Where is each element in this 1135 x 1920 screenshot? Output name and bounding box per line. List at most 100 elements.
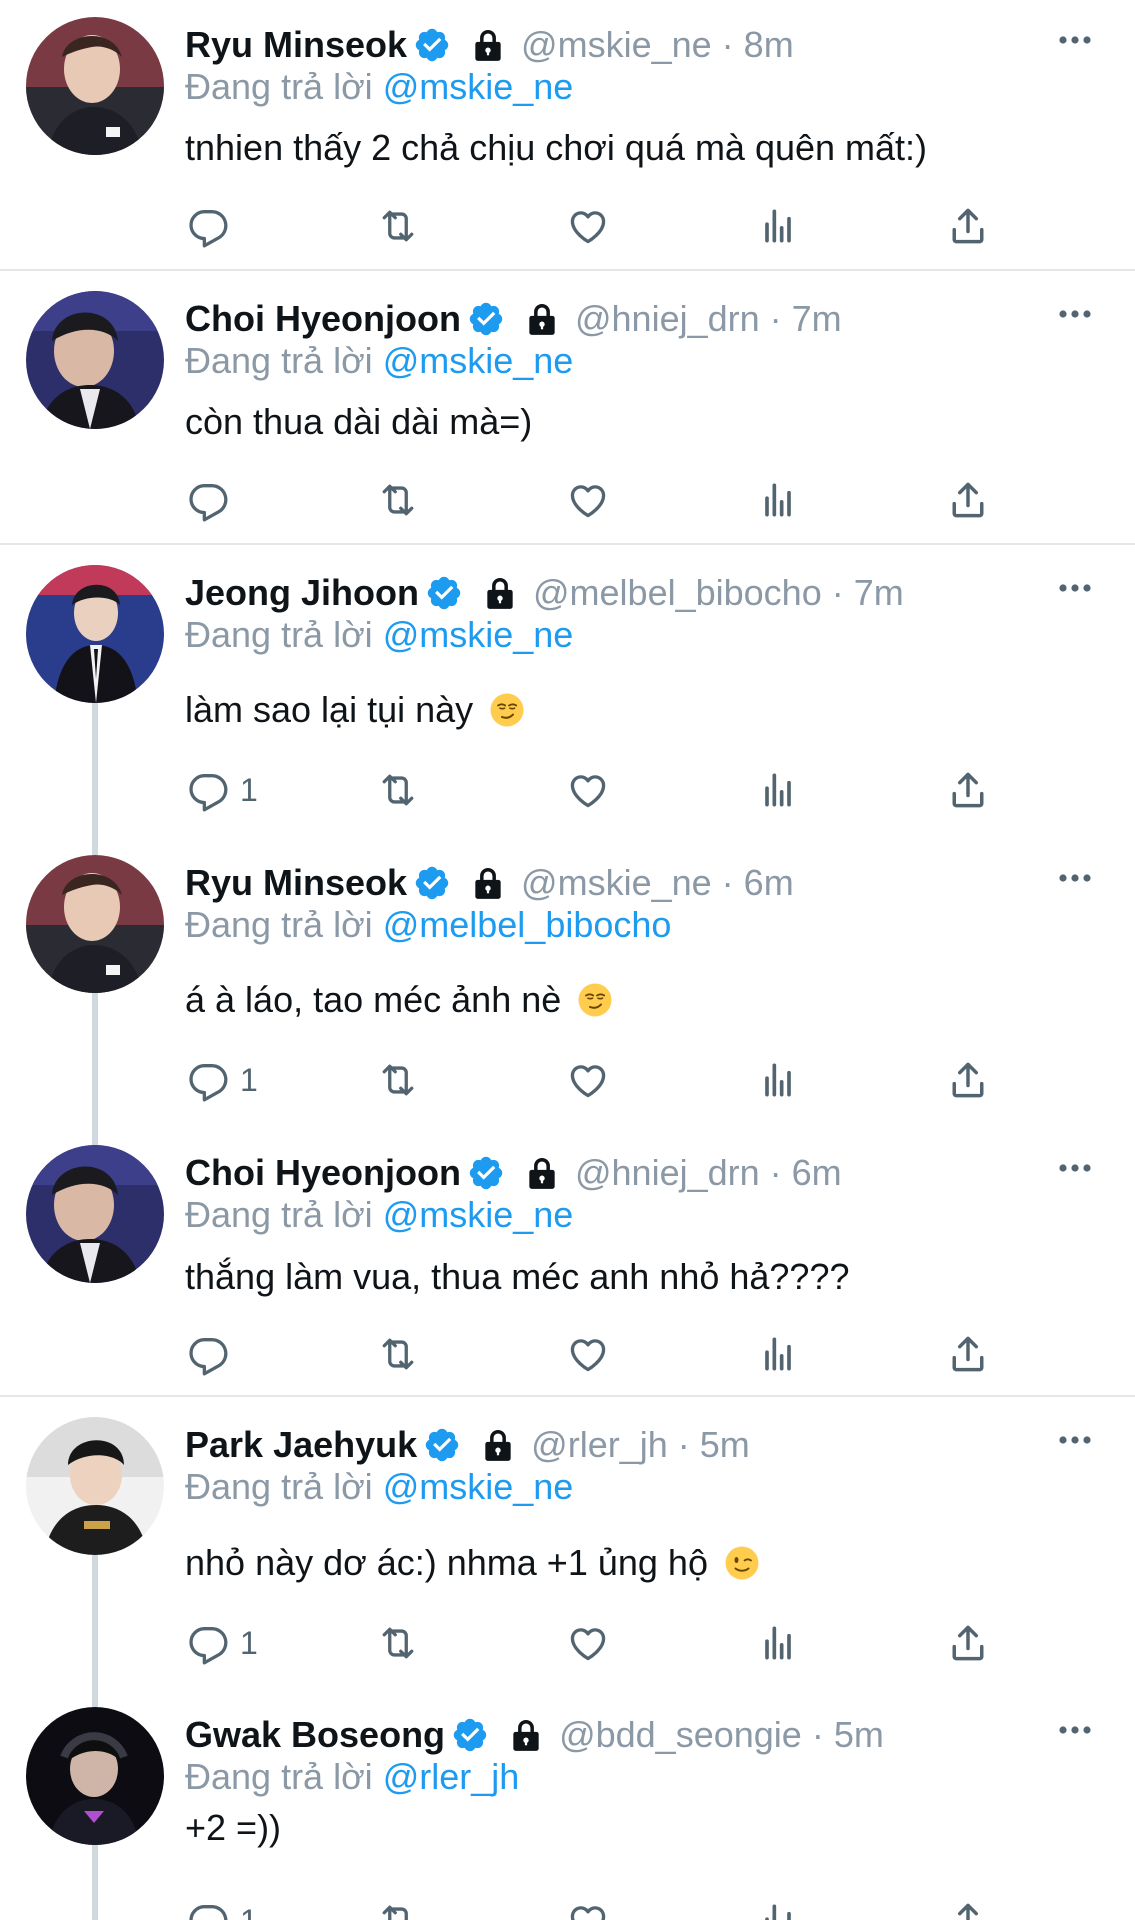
- analytics-button[interactable]: [756, 1329, 800, 1379]
- share-icon: [946, 1332, 990, 1376]
- more-options-icon[interactable]: [1055, 304, 1095, 324]
- reply-button[interactable]: 1: [186, 1896, 258, 1920]
- retweet-button[interactable]: [376, 765, 420, 815]
- analytics-button[interactable]: [756, 765, 800, 815]
- replying-to-label: Đang trả lời: [185, 340, 373, 381]
- tweet-item[interactable]: Choi Hyeonjoon @hniej_drn · 6m Đang trả …: [0, 1128, 1135, 1397]
- avatar[interactable]: [26, 1145, 164, 1283]
- tweet-text: nhỏ này dơ ác:) nhma +1 ủng hộ: [185, 1538, 760, 1588]
- avatar-image-ryu-minseok: [26, 855, 164, 993]
- display-name[interactable]: Choi Hyeonjoon: [185, 296, 461, 342]
- tweet-text-content: á à láo, tao méc ảnh nè: [185, 979, 562, 1020]
- analytics-button[interactable]: [756, 475, 800, 525]
- share-button[interactable]: [946, 1618, 990, 1668]
- tweet-item[interactable]: Ryu Minseok @mskie_ne · 6m Đang trả lời …: [0, 838, 1135, 1128]
- mention-link[interactable]: @mskie_ne: [383, 614, 574, 655]
- mention-link[interactable]: @melbel_bibocho: [383, 904, 672, 945]
- user-handle[interactable]: @melbel_bibocho: [533, 570, 822, 616]
- user-handle[interactable]: @hniej_drn: [575, 1150, 760, 1196]
- analytics-button[interactable]: [756, 201, 800, 251]
- tweet-item[interactable]: Jeong Jihoon @melbel_bibocho · 7m Đang t…: [0, 548, 1135, 838]
- mention-link[interactable]: @mskie_ne: [383, 1466, 574, 1507]
- user-handle[interactable]: @hniej_drn: [575, 296, 760, 342]
- display-name[interactable]: Ryu Minseok: [185, 860, 407, 906]
- retweet-button[interactable]: [376, 1618, 420, 1668]
- avatar[interactable]: [26, 17, 164, 155]
- bar-chart-icon: [756, 1899, 800, 1920]
- reply-button[interactable]: 1: [186, 1055, 258, 1105]
- action-bar: 1: [0, 1618, 1135, 1668]
- like-button[interactable]: [566, 1329, 610, 1379]
- retweet-button[interactable]: [376, 201, 420, 251]
- tweet-item[interactable]: Park Jaehyuk @rler_jh · 5m Đang trả lời …: [0, 1400, 1135, 1690]
- analytics-button[interactable]: [756, 1618, 800, 1668]
- reply-button[interactable]: [186, 1329, 240, 1379]
- tweet-text: tnhien thấy 2 chả chịu chơi quá mà quên …: [185, 123, 927, 173]
- user-handle[interactable]: @mskie_ne: [521, 860, 712, 906]
- like-button[interactable]: [566, 1055, 610, 1105]
- heart-icon: [566, 1332, 610, 1376]
- user-handle[interactable]: @mskie_ne: [521, 22, 712, 68]
- timestamp[interactable]: 6m: [744, 860, 794, 906]
- mention-link[interactable]: @rler_jh: [383, 1756, 520, 1797]
- display-name[interactable]: Jeong Jihoon: [185, 570, 419, 616]
- like-button[interactable]: [566, 1618, 610, 1668]
- timestamp[interactable]: 8m: [744, 22, 794, 68]
- retweet-button[interactable]: [376, 1329, 420, 1379]
- reply-button[interactable]: 1: [186, 1618, 258, 1668]
- more-options-icon[interactable]: [1055, 868, 1095, 888]
- timestamp[interactable]: 7m: [854, 570, 904, 616]
- more-options-icon[interactable]: [1055, 1430, 1095, 1450]
- tweet-item[interactable]: Ryu Minseok @mskie_ne · 8m Đang trả lời …: [0, 0, 1135, 271]
- bar-chart-icon: [756, 1332, 800, 1376]
- like-button[interactable]: [566, 1896, 610, 1920]
- timestamp[interactable]: 6m: [792, 1150, 842, 1196]
- avatar[interactable]: [26, 1417, 164, 1555]
- avatar[interactable]: [26, 855, 164, 993]
- share-button[interactable]: [946, 765, 990, 815]
- reply-button[interactable]: [186, 475, 240, 525]
- analytics-button[interactable]: [756, 1896, 800, 1920]
- share-button[interactable]: [946, 1055, 990, 1105]
- avatar[interactable]: [26, 291, 164, 429]
- share-button[interactable]: [946, 475, 990, 525]
- more-options-icon[interactable]: [1055, 1158, 1095, 1178]
- mention-link[interactable]: @mskie_ne: [383, 1194, 574, 1235]
- share-button[interactable]: [946, 1896, 990, 1920]
- like-button[interactable]: [566, 765, 610, 815]
- separator-dot: ·: [811, 1714, 824, 1755]
- avatar[interactable]: [26, 565, 164, 703]
- separator-dot: ·: [677, 1424, 690, 1465]
- timestamp[interactable]: 7m: [792, 296, 842, 342]
- reply-button[interactable]: 1: [186, 765, 258, 815]
- avatar[interactable]: [26, 1707, 164, 1845]
- like-button[interactable]: [566, 201, 610, 251]
- user-handle[interactable]: @bdd_seongie: [559, 1712, 802, 1758]
- display-name[interactable]: Ryu Minseok: [185, 22, 407, 68]
- more-options-icon[interactable]: [1055, 578, 1095, 598]
- display-name[interactable]: Gwak Boseong: [185, 1712, 445, 1758]
- reply-button[interactable]: [186, 201, 240, 251]
- retweet-button[interactable]: [376, 1896, 420, 1920]
- mention-link[interactable]: @mskie_ne: [383, 340, 574, 381]
- display-name[interactable]: Choi Hyeonjoon: [185, 1150, 461, 1196]
- display-name[interactable]: Park Jaehyuk: [185, 1422, 417, 1468]
- user-handle[interactable]: @rler_jh: [531, 1422, 668, 1468]
- retweet-button[interactable]: [376, 1055, 420, 1105]
- more-options-icon[interactable]: [1055, 30, 1095, 50]
- timestamp[interactable]: 5m: [834, 1712, 884, 1758]
- tweet-item[interactable]: Choi Hyeonjoon @hniej_drn · 7m Đang trả …: [0, 274, 1135, 545]
- share-button[interactable]: [946, 201, 990, 251]
- separator-dot: ·: [721, 862, 734, 903]
- lock-icon: [469, 864, 507, 902]
- tweet-item[interactable]: Gwak Boseong @bdd_seongie · 5m Đang trả …: [0, 1690, 1135, 1920]
- timestamp[interactable]: 5m: [700, 1422, 750, 1468]
- share-button[interactable]: [946, 1329, 990, 1379]
- like-button[interactable]: [566, 475, 610, 525]
- analytics-button[interactable]: [756, 1055, 800, 1105]
- mention-link[interactable]: @mskie_ne: [383, 66, 574, 107]
- more-options-icon[interactable]: [1055, 1720, 1095, 1740]
- replying-to-label: Đang trả lời: [185, 66, 373, 107]
- retweet-button[interactable]: [376, 475, 420, 525]
- reply-count: 1: [240, 1061, 258, 1098]
